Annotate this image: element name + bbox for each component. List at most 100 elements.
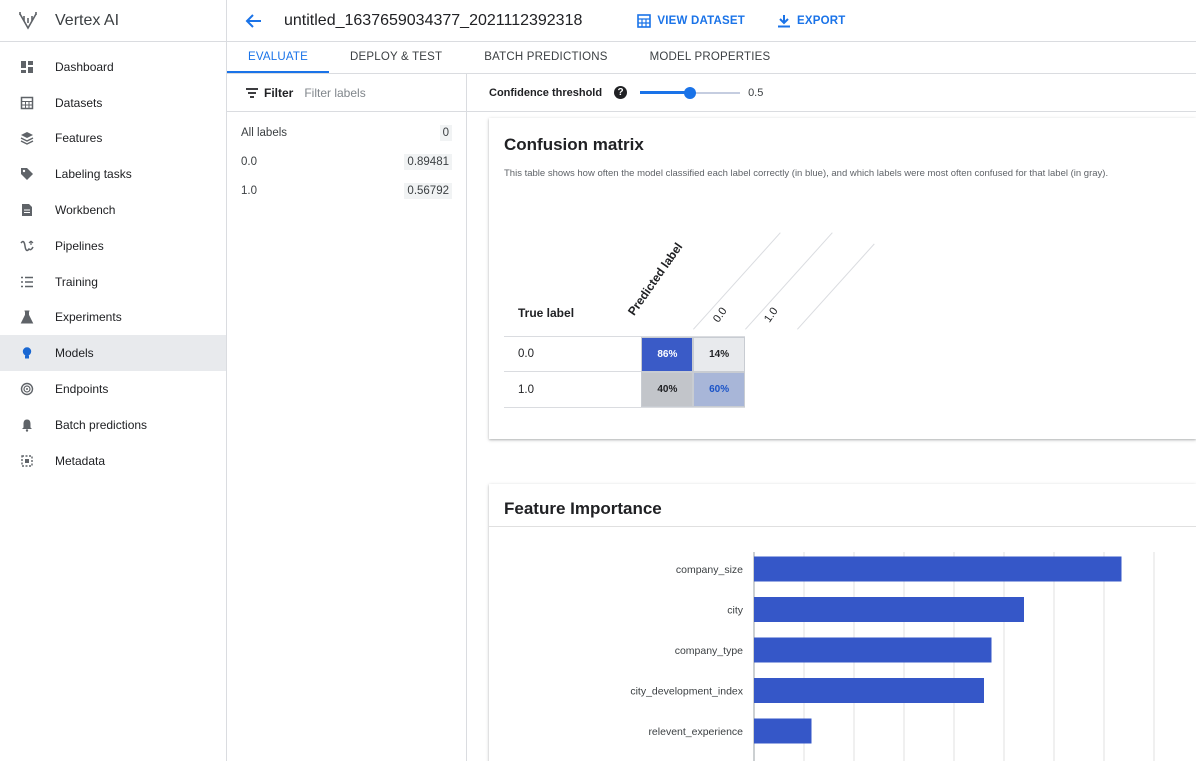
- sidebar-item-label: Features: [55, 131, 103, 146]
- page-title: untitled_1637659034377_2021112392318: [284, 11, 583, 29]
- sidebar-item-datasets[interactable]: Datasets: [0, 85, 226, 121]
- slider-thumb[interactable]: [684, 86, 697, 99]
- confidence-threshold-value: 0.5: [748, 86, 764, 99]
- help-glyph: ?: [617, 87, 624, 98]
- sidebar-item-workbench[interactable]: Workbench: [0, 192, 226, 228]
- sidebar-item-label: Dashboard: [55, 59, 114, 74]
- pipelines-icon: [20, 239, 34, 253]
- bar-city[interactable]: [754, 597, 1024, 622]
- filter-label: Filter: [264, 85, 294, 100]
- label-name: All labels: [241, 126, 288, 139]
- category-label: city: [727, 605, 744, 617]
- category-label: relevent_experience: [648, 726, 743, 738]
- bar-relevent_experience[interactable]: [754, 718, 812, 744]
- true-label-value: 1.0: [518, 383, 534, 396]
- label-name: 1.0: [241, 184, 257, 197]
- export-button[interactable]: EXPORT: [777, 14, 846, 28]
- sidebar-item-label: Datasets: [55, 95, 103, 110]
- true-label-value: 0.0: [518, 348, 534, 360]
- sidebar-item-models[interactable]: Models: [0, 335, 226, 372]
- sidebar-item-features[interactable]: Features: [0, 121, 226, 157]
- bar-company_size[interactable]: [754, 556, 1122, 582]
- metadata-icon: [20, 454, 34, 468]
- tab-evaluate[interactable]: EVALUATE: [227, 42, 329, 73]
- tab-batch-predictions[interactable]: BATCH PREDICTIONS: [463, 42, 628, 73]
- sidebar-item-label: Metadata: [55, 453, 106, 468]
- help-icon[interactable]: ?: [614, 86, 628, 99]
- category-label: city_development_index: [630, 686, 743, 698]
- label-metric-value: 0: [439, 124, 452, 141]
- sidebar-item-training[interactable]: Training: [0, 264, 226, 300]
- confusion-matrix-description: This table shows how often the model cla…: [504, 168, 1109, 179]
- label-metric-value: 0.56792: [404, 182, 452, 199]
- table-icon: [637, 13, 652, 28]
- confidence-threshold-label: Confidence threshold: [489, 86, 603, 99]
- flask-icon: [20, 310, 34, 324]
- bar-city_development_index[interactable]: [754, 678, 984, 703]
- sidebar-item-label: Training: [55, 274, 98, 289]
- confusion-matrix-row: 0.0 86% 14%: [504, 336, 746, 372]
- back-arrow-icon[interactable]: [245, 12, 263, 30]
- confusion-matrix-cell[interactable]: 60%: [693, 372, 746, 407]
- sidebar-item-labeling-tasks[interactable]: Labeling tasks: [0, 156, 226, 192]
- feature-importance-card: Feature Importance company_size city compa…: [489, 484, 1196, 761]
- tab-deploy-test[interactable]: DEPLOY & TEST: [329, 42, 463, 73]
- filter-icon[interactable]: [245, 87, 259, 99]
- lightbulb-icon: [20, 346, 34, 360]
- sidebar-item-label: Models: [55, 346, 94, 361]
- tab-model-properties[interactable]: MODEL PROPERTIES: [629, 42, 792, 73]
- label-metric-value: 0.89481: [404, 153, 452, 170]
- download-icon: [777, 14, 790, 27]
- sidebar-item-label: Batch predictions: [55, 417, 148, 432]
- dashboard-icon: [20, 60, 34, 74]
- endpoints-icon: [20, 382, 34, 396]
- brand[interactable]: Vertex AI: [0, 0, 226, 42]
- true-label-header: True label: [518, 306, 575, 320]
- predicted-label-header: Predicted label: [625, 240, 686, 319]
- feature-importance-chart: company_sizecity company_type city_develop…: [630, 552, 1155, 761]
- sidebar-item-metadata[interactable]: Metadata: [0, 443, 226, 479]
- sidebar-item-dashboard[interactable]: Dashboard: [0, 49, 226, 85]
- vertex-logo-icon: [19, 11, 37, 30]
- view-dataset-label: VIEW DATASET: [657, 14, 745, 27]
- category-label: company_type: [675, 645, 743, 657]
- export-label: EXPORT: [796, 14, 846, 27]
- list-icon: [20, 275, 34, 289]
- label-row[interactable]: 0.0 0.89481: [227, 147, 466, 176]
- label-icon: [20, 167, 34, 181]
- sidebar-item-label: Experiments: [55, 310, 122, 325]
- features-icon: [20, 131, 34, 146]
- tab-bar: EVALUATE DEPLOY & TEST BATCH PREDICTIONS MO…: [227, 42, 1196, 74]
- sidebar-item-label: Pipelines: [55, 238, 104, 253]
- confidence-threshold-slider[interactable]: [640, 86, 741, 100]
- confusion-matrix-cell[interactable]: 14%: [693, 336, 746, 372]
- confusion-matrix-card: Confusion matrix This table shows how of…: [489, 118, 1196, 439]
- sidebar-item-experiments[interactable]: Experiments: [0, 300, 226, 336]
- bar-company_type[interactable]: [754, 637, 992, 663]
- bell-icon: [20, 418, 34, 432]
- label-list: All labels 0 0.0 0.89481 1.0 0.56792: [227, 118, 466, 205]
- view-dataset-button[interactable]: VIEW DATASET: [637, 13, 745, 28]
- sidebar-item-endpoints[interactable]: Endpoints: [0, 371, 226, 407]
- sidebar-item-label: Endpoints: [55, 382, 109, 397]
- label-name: 0.0: [241, 155, 257, 168]
- sidebar-item-label: Labeling tasks: [55, 167, 132, 182]
- sidebar: Vertex AI Dashboard Datasets Features Label…: [0, 0, 227, 761]
- diagonal-line: [745, 232, 833, 330]
- sidebar-item-pipelines[interactable]: Pipelines: [0, 228, 226, 264]
- label-row[interactable]: All labels 0: [227, 118, 466, 147]
- document-icon: [20, 203, 34, 217]
- filter-bar: Filter: [227, 74, 466, 112]
- evaluate-content: Confidence threshold ? 0.5 Confusion mat…: [467, 74, 1196, 761]
- filter-labels-input[interactable]: [304, 85, 445, 100]
- feature-importance-title: Feature Importance: [489, 484, 1196, 527]
- sidebar-item-batch-predictions[interactable]: Batch predictions: [0, 407, 226, 443]
- confusion-matrix-cell[interactable]: 86%: [641, 336, 694, 372]
- category-label: company_size: [676, 564, 743, 576]
- confusion-matrix-row: 1.0 40% 60%: [504, 372, 746, 408]
- label-row[interactable]: 1.0 0.56792: [227, 176, 466, 205]
- confusion-matrix-cell[interactable]: 40%: [641, 372, 694, 407]
- datasets-icon: [20, 96, 34, 110]
- labels-panel: Filter All labels 0 0.0 0.89481 1.0 0.56792: [227, 74, 467, 761]
- sidebar-item-label: Workbench: [55, 203, 116, 218]
